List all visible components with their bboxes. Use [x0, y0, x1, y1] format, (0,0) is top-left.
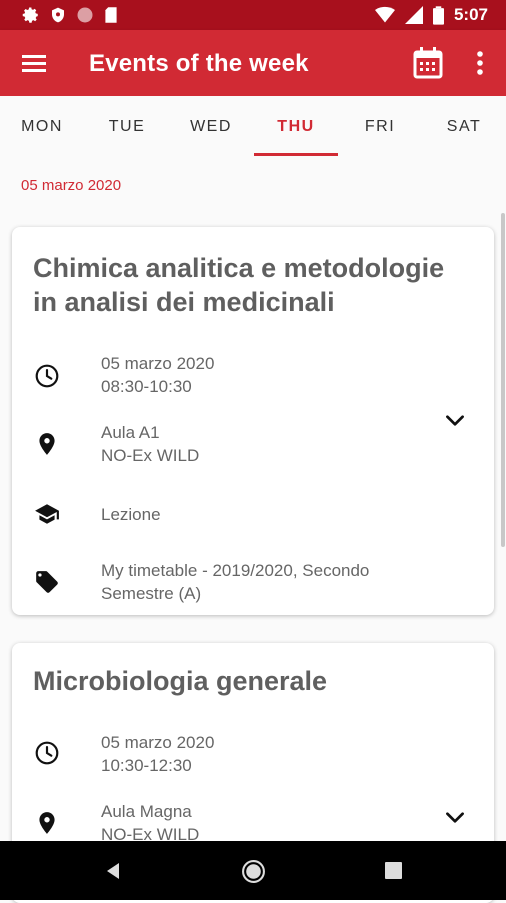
- day-tabs: MON TUE WED THU FRI SAT: [0, 96, 506, 156]
- shield-icon: [52, 7, 64, 23]
- battery-icon: [432, 5, 444, 25]
- graduation-cap-icon: [35, 504, 59, 524]
- calendar-icon[interactable]: [412, 46, 444, 80]
- tab-wed[interactable]: WED: [169, 118, 253, 136]
- location-pin-icon: [39, 812, 55, 834]
- signal-icon: [404, 6, 423, 24]
- tab-mon[interactable]: MON: [0, 118, 84, 136]
- clock-icon: [35, 364, 59, 388]
- gear-icon: [22, 7, 38, 23]
- chevron-down-icon[interactable]: [442, 407, 468, 433]
- event-timetable-tag: My timetable - 2019/2020, Secondo Semest…: [101, 561, 370, 603]
- tag-icon: [36, 571, 58, 593]
- chevron-down-icon[interactable]: [442, 804, 468, 830]
- tab-sat[interactable]: SAT: [422, 118, 506, 136]
- date-header: 05 marzo 2020: [21, 177, 122, 194]
- status-time: 5:07: [453, 5, 488, 24]
- back-icon[interactable]: [103, 861, 123, 881]
- event-location: Aula A1 NO-Ex WILD: [101, 423, 200, 465]
- scrollbar[interactable]: [501, 213, 505, 547]
- app-bar: Events of the week: [0, 30, 506, 96]
- system-nav-bar: [0, 841, 506, 900]
- event-datetime: 05 marzo 2020 08:30-10:30: [101, 354, 215, 396]
- clock-icon: [35, 741, 59, 765]
- menu-icon[interactable]: [20, 50, 48, 76]
- location-pin-icon: [39, 433, 55, 455]
- sd-card-icon: [105, 7, 117, 23]
- recents-icon[interactable]: [385, 862, 402, 879]
- circle-icon: [77, 7, 93, 23]
- home-icon[interactable]: [241, 859, 266, 884]
- event-title: Chimica analitica e metodologie in anali…: [33, 253, 445, 317]
- tab-fri[interactable]: FRI: [338, 118, 422, 136]
- event-title: Microbiologia generale: [33, 666, 328, 696]
- wifi-icon: [374, 6, 395, 23]
- active-tab-indicator: [254, 153, 338, 156]
- tab-thu[interactable]: THU: [254, 118, 338, 136]
- tab-tue[interactable]: TUE: [85, 118, 169, 136]
- event-type: Lezione: [101, 505, 161, 524]
- event-datetime: 05 marzo 2020 10:30-12:30: [101, 733, 215, 775]
- page-title: Events of the week: [89, 50, 309, 77]
- event-card[interactable]: Chimica analitica e metodologie in anali…: [12, 227, 494, 615]
- more-vert-icon[interactable]: [470, 48, 490, 78]
- event-location: Aula Magna NO-Ex WILD: [101, 802, 200, 844]
- status-bar: 5:07: [0, 0, 506, 30]
